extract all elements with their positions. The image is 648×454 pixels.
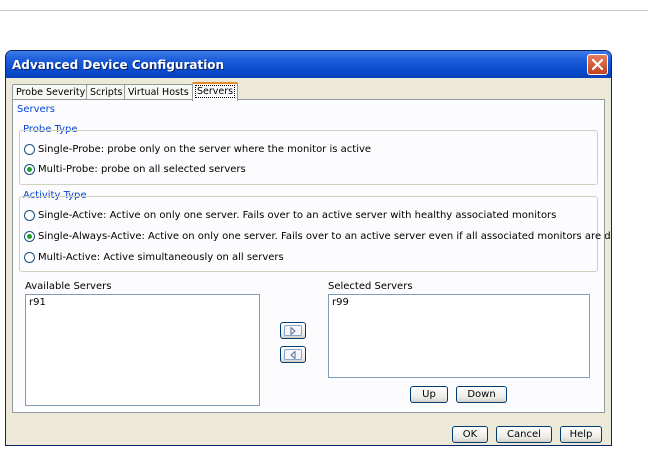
radio-single-probe[interactable]: Single-Probe: probe only on the server w… <box>24 144 371 155</box>
radio-multi-probe[interactable]: Multi-Probe: probe on all selected serve… <box>24 164 246 175</box>
tab-servers[interactable]: Servers <box>192 82 239 101</box>
available-servers-list[interactable]: r91 <box>25 294 260 406</box>
up-button[interactable]: Up <box>410 386 448 403</box>
radio-button[interactable] <box>24 252 35 263</box>
tab-virtual-hosts[interactable]: Virtual Hosts <box>124 84 193 100</box>
radio-single-active[interactable]: Single-Active: Active on only one server… <box>24 210 556 221</box>
probe-type-group <box>19 130 598 185</box>
arrow-right-icon <box>290 326 296 335</box>
cancel-button[interactable]: Cancel <box>496 426 552 443</box>
ok-button[interactable]: OK <box>452 426 488 443</box>
available-servers-label: Available Servers <box>25 281 112 292</box>
selected-servers-list[interactable]: r99 <box>328 294 590 378</box>
tab-probe-severity[interactable]: Probe Severity <box>12 84 90 100</box>
list-item[interactable]: r91 <box>29 297 256 308</box>
selected-servers-label: Selected Servers <box>328 281 413 292</box>
tab-servers-label: Servers <box>194 85 236 98</box>
down-button[interactable]: Down <box>456 386 507 403</box>
tab-scripts[interactable]: Scripts <box>86 84 127 100</box>
servers-panel: Servers Probe Type Single-Probe: probe o… <box>12 99 611 413</box>
radio-label: Multi-Probe: probe on all selected serve… <box>38 164 246 175</box>
radio-button[interactable] <box>24 210 35 221</box>
radio-label: Single-Always-Active: Active on only one… <box>38 231 612 242</box>
dialog-title: Advanced Device Configuration <box>12 58 225 72</box>
radio-button[interactable] <box>24 144 35 155</box>
arrow-left-icon <box>290 350 296 359</box>
help-button[interactable]: Help <box>560 426 602 443</box>
radio-label: Single-Probe: probe only on the server w… <box>38 144 372 155</box>
radio-label: Multi-Active: Active simultaneously on a… <box>38 252 284 263</box>
advanced-device-configuration-dialog: Advanced Device Configuration Probe Seve… <box>5 50 612 446</box>
radio-button-selected[interactable] <box>24 231 35 242</box>
top-divider <box>0 10 648 11</box>
move-right-button[interactable] <box>280 322 306 339</box>
radio-multi-active[interactable]: Multi-Active: Active simultaneously on a… <box>24 252 284 263</box>
radio-label: Single-Active: Active on only one server… <box>38 210 557 221</box>
list-item[interactable]: r99 <box>332 297 586 308</box>
close-button[interactable] <box>587 54 608 75</box>
radio-single-always-active[interactable]: Single-Always-Active: Active on only one… <box>24 231 612 242</box>
close-icon <box>592 59 603 70</box>
radio-button-selected[interactable] <box>24 164 35 175</box>
move-left-button[interactable] <box>280 346 306 363</box>
servers-section-title: Servers <box>17 104 56 115</box>
title-bar[interactable]: Advanced Device Configuration <box>6 51 611 78</box>
